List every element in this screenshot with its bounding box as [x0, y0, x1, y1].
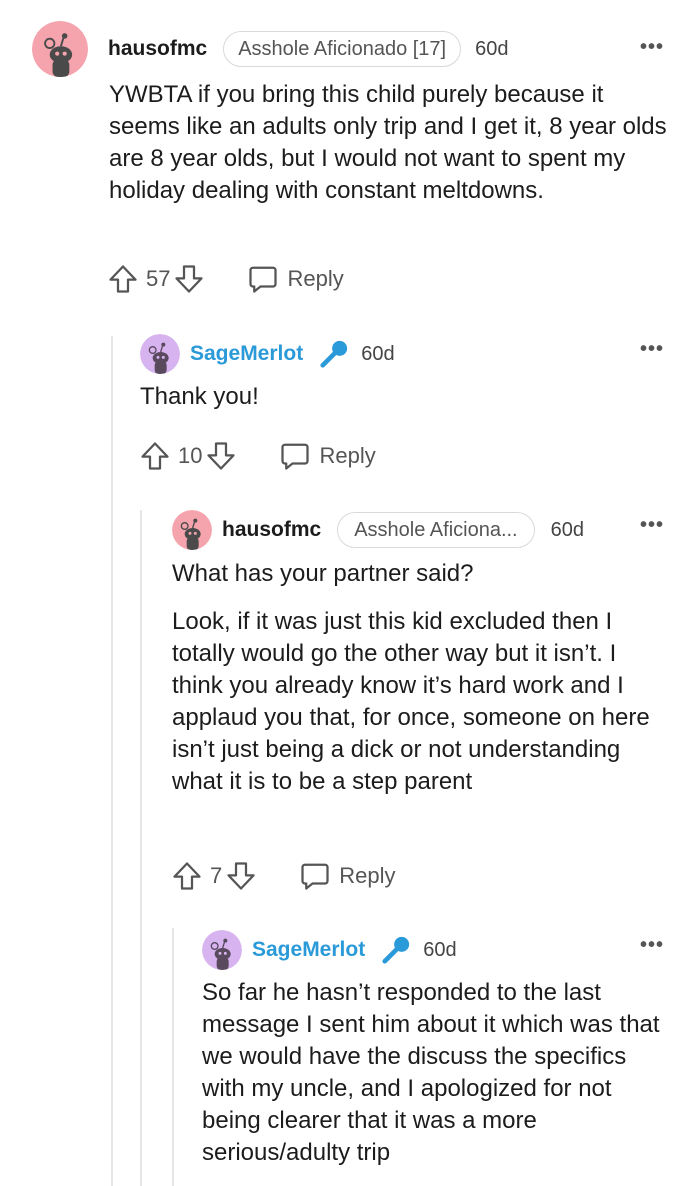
timestamp: 60d [550, 518, 584, 541]
username[interactable]: SageMerlot [190, 342, 303, 366]
reply-label: Reply [339, 863, 396, 888]
vote-count: 57 [146, 266, 171, 291]
timestamp: 60d [475, 37, 509, 60]
comment-paragraph: Thank you! [140, 383, 259, 410]
username[interactable]: hausofmc [222, 518, 321, 542]
comment-paragraph: YWBTA if you bring this child purely bec… [109, 81, 667, 204]
upvote-icon[interactable] [108, 264, 138, 294]
more-options-icon[interactable]: ••• [640, 338, 664, 361]
vote-control: 7 [172, 861, 256, 891]
timestamp: 60d [361, 342, 395, 365]
username[interactable]: hausofmc [108, 37, 207, 61]
comment-header: hausofmc Asshole Aficiona... 60d [172, 510, 584, 550]
reply-label: Reply [287, 266, 344, 291]
comment-body: Thank you! [140, 381, 670, 413]
thread-line[interactable] [111, 336, 113, 1186]
comment-actions: 10 Reply [140, 440, 376, 472]
downvote-icon[interactable] [174, 264, 204, 294]
vote-count: 7 [210, 863, 223, 888]
user-flair: Asshole Aficiona... [337, 512, 535, 548]
downvote-icon[interactable] [206, 441, 236, 471]
reply-button[interactable]: Reply [300, 861, 396, 891]
comment-paragraph: So far he hasn’t responded to the last m… [202, 979, 660, 1166]
comment-header: SageMerlot 60d [140, 334, 395, 374]
downvote-icon[interactable] [226, 861, 256, 891]
comment-actions: 7 Reply [172, 860, 396, 892]
microphone-icon [381, 935, 411, 965]
timestamp: 60d [423, 938, 457, 961]
vote-control: 57 [108, 264, 204, 294]
thread-line[interactable] [140, 510, 142, 1186]
avatar[interactable] [140, 334, 180, 374]
comment-bubble-icon [280, 441, 310, 471]
reply-button[interactable]: Reply [248, 264, 344, 294]
more-options-icon[interactable]: ••• [640, 36, 664, 59]
thread-line[interactable] [172, 928, 174, 1186]
comment-header: hausofmc Asshole Aficionado [17] 60d [32, 21, 508, 77]
comment-body: So far he hasn’t responded to the last m… [202, 977, 672, 1169]
more-options-icon[interactable]: ••• [640, 514, 664, 537]
comment-body: What has your partner said? Look, if it … [172, 558, 672, 798]
comment-header: SageMerlot 60d [202, 930, 457, 970]
user-flair: Asshole Aficionado [17] [223, 31, 462, 67]
comment-actions: 57 Reply [108, 263, 344, 295]
username[interactable]: SageMerlot [252, 938, 365, 962]
comment-paragraph: Look, if it was just this kid excluded t… [172, 608, 650, 795]
vote-control: 10 [140, 441, 236, 471]
upvote-icon[interactable] [140, 441, 170, 471]
vote-count: 10 [178, 443, 203, 468]
comment-paragraph: What has your partner said? [172, 560, 474, 587]
reply-button[interactable]: Reply [280, 441, 376, 471]
avatar[interactable] [202, 930, 242, 970]
more-options-icon[interactable]: ••• [640, 934, 664, 957]
avatar[interactable] [32, 21, 88, 77]
comment-body: YWBTA if you bring this child purely bec… [109, 79, 679, 207]
reply-label: Reply [319, 443, 376, 468]
microphone-icon [319, 339, 349, 369]
upvote-icon[interactable] [172, 861, 202, 891]
avatar[interactable] [172, 510, 212, 550]
comment-bubble-icon [248, 264, 278, 294]
comment-bubble-icon [300, 861, 330, 891]
